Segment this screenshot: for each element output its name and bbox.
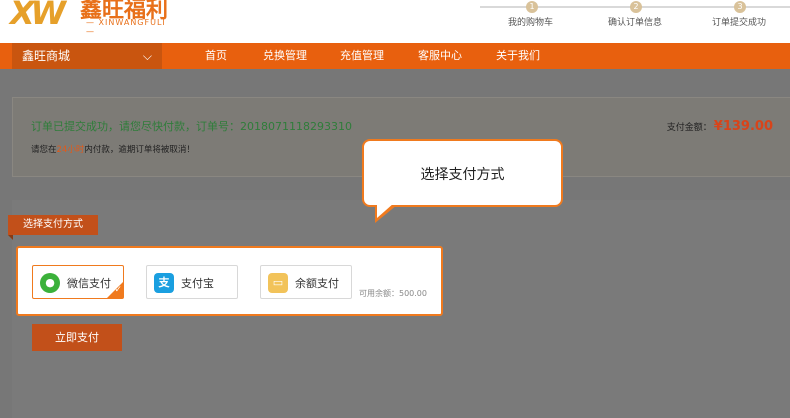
- available-balance: 可用余额：500.00: [359, 289, 427, 298]
- step-2-label: 确认订单信息: [608, 18, 663, 28]
- nav-item-recharge[interactable]: 充值管理: [340, 43, 384, 69]
- order-deadline-notice: 请您在24小时内付款，逾期订单将被取消！: [31, 143, 195, 155]
- wechat-pay-option[interactable]: ● 微信支付 ✓: [32, 265, 124, 299]
- wechat-pay-label: 微信支付: [67, 277, 111, 290]
- logo-subtitle: — XINWANGFULI —: [86, 18, 166, 36]
- main-nav: 鑫旺商城 ⌵ 首页 兑换管理 充值管理 客服中心 关于我们: [0, 43, 790, 69]
- wechat-icon: ●: [40, 273, 60, 293]
- pay-now-button[interactable]: 立即支付: [32, 324, 122, 351]
- alipay-label: 支付宝: [181, 277, 214, 290]
- tooltip-text: 选择支付方式: [420, 167, 505, 183]
- notice-highlight: 24小时: [56, 145, 85, 155]
- logo-mark: XW: [10, 0, 66, 32]
- chevron-down-icon: ⌵: [142, 49, 152, 63]
- step-1-label: 我的购物车: [508, 18, 554, 28]
- order-steps: 1 我的购物车 2 确认订单信息 3 订单提交成功: [478, 0, 790, 30]
- tab-fold: [8, 235, 13, 240]
- step-3-label: 订单提交成功: [712, 18, 767, 28]
- mall-dropdown-label: 鑫旺商城: [22, 49, 71, 63]
- order-status-text: 订单已提交成功，请您尽快付款，订单号：2018071118293310: [31, 120, 352, 133]
- nav-item-home[interactable]: 首页: [205, 43, 227, 69]
- notice-prefix: 请您在: [31, 145, 57, 155]
- payment-methods-panel: ● 微信支付 ✓ 支 支付宝 ▭ 余额支付 可用余额：500.00: [16, 246, 443, 316]
- payment-amount: 支付金额： ¥139.00: [667, 119, 773, 134]
- step-2-dot: 2: [630, 1, 642, 13]
- nav-item-service[interactable]: 客服中心: [418, 43, 462, 69]
- header: XW 鑫旺福利 — XINWANGFULI — 1 我的购物车 2 确认订单信息…: [0, 0, 790, 38]
- mall-dropdown[interactable]: 鑫旺商城 ⌵: [12, 43, 162, 69]
- balance-pay-label: 余额支付: [295, 277, 339, 290]
- step-1-dot: 1: [526, 1, 538, 13]
- alipay-option[interactable]: 支 支付宝: [146, 265, 238, 299]
- balance-pay-option[interactable]: ▭ 余额支付: [260, 265, 352, 299]
- step-3-dot: 3: [734, 1, 746, 13]
- tooltip-tail-inner: [377, 203, 394, 218]
- payment-method-tab: 选择支付方式: [8, 215, 98, 235]
- guide-tooltip: 选择支付方式: [362, 139, 563, 207]
- amount-value: ¥139.00: [713, 119, 773, 134]
- nav-item-exchange[interactable]: 兑换管理: [263, 43, 307, 69]
- selected-check-icon: ✓: [107, 282, 123, 298]
- wallet-icon: ▭: [268, 273, 288, 293]
- logo[interactable]: XW 鑫旺福利 — XINWANGFULI —: [10, 0, 170, 36]
- nav-item-about[interactable]: 关于我们: [496, 43, 540, 69]
- amount-label: 支付金额：: [666, 123, 712, 133]
- notice-suffix: 内付款，逾期订单将被取消！: [84, 145, 195, 155]
- alipay-icon: 支: [154, 273, 174, 293]
